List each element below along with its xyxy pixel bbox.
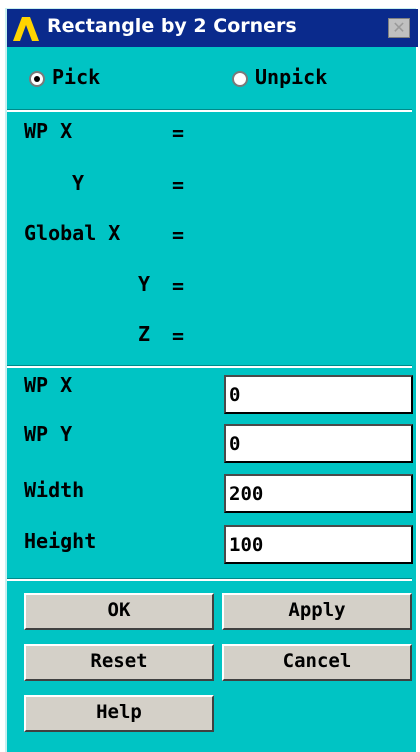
ansys-logo-icon (13, 17, 39, 41)
width-label: Width (24, 478, 85, 502)
unpick-label[interactable]: Unpick (255, 65, 327, 89)
unpick-radio[interactable] (232, 71, 248, 87)
global-y-readout-label: Y (138, 272, 151, 296)
divider (7, 578, 412, 581)
wp-y-readout-label: Y (72, 171, 85, 195)
global-y-equals: = (172, 274, 185, 298)
height-field[interactable]: 100 (224, 525, 413, 564)
close-icon[interactable]: ✕ (388, 18, 410, 38)
title-bar[interactable]: Rectangle by 2 Corners ✕ (7, 9, 418, 47)
width-field[interactable]: 200 (224, 474, 413, 513)
wp-x-input-label: WP X (24, 373, 73, 397)
cancel-button[interactable]: Cancel (222, 644, 412, 681)
window-title: Rectangle by 2 Corners (47, 15, 297, 37)
divider (7, 365, 412, 368)
wp-y-field[interactable]: 0 (224, 424, 413, 463)
global-z-equals: = (172, 324, 185, 348)
pick-radio[interactable] (29, 71, 45, 87)
global-x-readout-label: Global X (24, 221, 121, 245)
wp-y-equals: = (172, 173, 185, 197)
wp-x-readout-label: WP X (24, 119, 73, 143)
height-label: Height (24, 529, 97, 553)
wp-x-equals: = (172, 121, 185, 145)
pick-label[interactable]: Pick (52, 65, 100, 89)
wp-x-field[interactable]: 0 (224, 375, 413, 414)
rectangle-dialog: Rectangle by 2 Corners ✕ Pick Unpick WP … (5, 8, 418, 752)
apply-button[interactable]: Apply (222, 593, 412, 630)
help-button[interactable]: Help (24, 695, 214, 732)
global-x-equals: = (172, 223, 185, 247)
ok-button[interactable]: OK (24, 593, 214, 630)
reset-button[interactable]: Reset (24, 644, 214, 681)
divider (7, 109, 412, 112)
wp-y-input-label: WP Y (24, 422, 73, 446)
global-z-readout-label: Z (138, 322, 151, 346)
